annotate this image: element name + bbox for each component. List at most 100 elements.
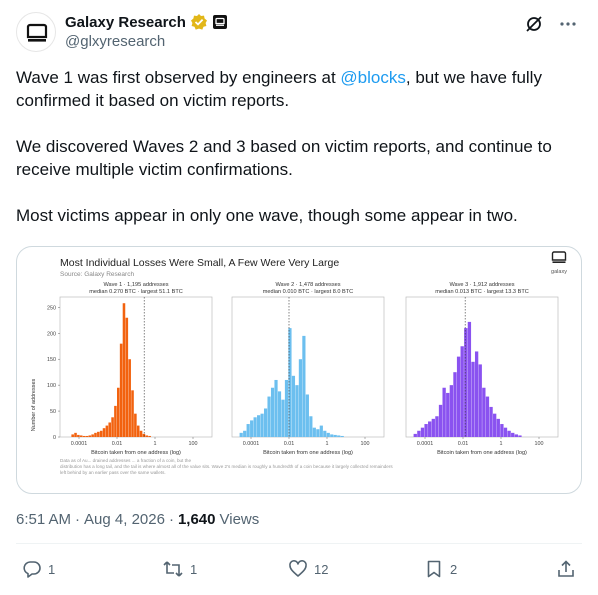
x-tick-label: 100 bbox=[361, 441, 370, 447]
footnote-line-1: Data as of Au... drained addresses ... a… bbox=[60, 458, 191, 463]
bookmark-button[interactable]: 2 bbox=[424, 559, 457, 579]
share-button[interactable] bbox=[556, 559, 576, 579]
histogram-bar bbox=[485, 396, 490, 437]
histogram-bar bbox=[417, 430, 421, 437]
histogram-bar bbox=[97, 431, 100, 437]
histogram-bar bbox=[511, 432, 515, 437]
histogram-figure: Most Individual Losses Were Small, A Few… bbox=[31, 251, 567, 475]
y-tick-label: 50 bbox=[50, 409, 56, 415]
galaxy-logo-icon bbox=[26, 23, 48, 42]
histogram-bar bbox=[302, 335, 306, 437]
histogram-bar bbox=[471, 361, 475, 437]
panel-frame bbox=[405, 296, 559, 438]
histogram-bar bbox=[270, 387, 275, 437]
histogram-bar bbox=[489, 406, 493, 437]
action-bar: 1 1 12 2 bbox=[16, 555, 582, 587]
histogram-bar bbox=[274, 379, 278, 437]
y-tick-label: 200 bbox=[47, 331, 56, 337]
post-text: Wave 1 was first observed by engineers a… bbox=[16, 66, 582, 250]
chart-logo: galaxy bbox=[551, 251, 567, 275]
histogram-bar bbox=[263, 408, 268, 437]
bookmark-icon bbox=[427, 560, 441, 578]
share-icon bbox=[558, 560, 574, 577]
histogram-bar bbox=[435, 416, 439, 437]
histogram-bar bbox=[518, 435, 522, 437]
histogram-bar bbox=[413, 433, 417, 437]
post-meta: 6:51 AM · Aug 4, 2026 · 1,640 Views bbox=[16, 511, 259, 528]
repost-count: 1 bbox=[190, 561, 198, 577]
x-tick-label: 0.0001 bbox=[243, 441, 260, 447]
histogram-bar bbox=[105, 425, 109, 437]
histogram-bar bbox=[82, 435, 86, 437]
affiliate-badge-icon[interactable] bbox=[212, 14, 228, 30]
histogram-panel-1: Wave 1 · 1,195 addressesmedian 0.270 BTC… bbox=[47, 282, 213, 456]
x-tick-label: 0.01 bbox=[112, 441, 123, 447]
histogram-bar bbox=[267, 396, 271, 437]
histogram-bar bbox=[453, 372, 457, 437]
histogram-bar bbox=[449, 385, 454, 437]
histogram-bar bbox=[246, 424, 250, 437]
histogram-bar bbox=[277, 391, 282, 437]
histogram-bar bbox=[446, 392, 450, 437]
histogram-bar bbox=[148, 435, 151, 437]
histogram-bar bbox=[456, 356, 461, 437]
x-axis-label: Bitcoin taken from one address (log) bbox=[91, 450, 181, 456]
meta-separator: · bbox=[75, 511, 81, 528]
avatar[interactable] bbox=[16, 12, 56, 52]
chart-image-card[interactable]: Most Individual Losses Were Small, A Few… bbox=[16, 246, 582, 494]
histogram-bar bbox=[243, 430, 247, 437]
display-name[interactable]: Galaxy Research bbox=[65, 14, 186, 31]
post-paragraph-2: We discovered Waves 2 and 3 based on vic… bbox=[16, 137, 552, 179]
grok-icon[interactable] bbox=[524, 14, 544, 34]
histogram-bar bbox=[333, 434, 337, 437]
post-time[interactable]: 6:51 AM bbox=[16, 511, 71, 528]
mention-link[interactable]: @blocks bbox=[340, 68, 405, 87]
histogram-bar bbox=[99, 430, 103, 437]
x-axis-label: Bitcoin taken from one address (log) bbox=[437, 450, 527, 456]
histogram-bar bbox=[79, 435, 83, 437]
histogram-bar bbox=[467, 321, 472, 437]
histogram-bar bbox=[122, 303, 126, 437]
repost-button[interactable]: 1 bbox=[162, 559, 197, 579]
panel-title: Wave 1 · 1,195 addresses bbox=[103, 282, 168, 288]
histogram-bar bbox=[503, 427, 508, 437]
more-options-icon[interactable] bbox=[558, 14, 578, 34]
histogram-bar bbox=[125, 317, 129, 437]
like-button[interactable]: 12 bbox=[288, 559, 328, 579]
histogram-bar bbox=[295, 385, 299, 437]
post-date[interactable]: Aug 4, 2026 bbox=[84, 511, 165, 528]
post-paragraph-3: Most victims appear in only one wave, th… bbox=[16, 206, 518, 225]
footnote-line-3: left behind by an earlier pass over the … bbox=[60, 470, 166, 475]
x-tick-label: 100 bbox=[535, 441, 544, 447]
histogram-bar bbox=[260, 413, 264, 437]
chart-logo-label: galaxy bbox=[551, 269, 567, 275]
histogram-bar bbox=[145, 435, 149, 437]
histogram-bar bbox=[108, 422, 111, 437]
histogram-bar bbox=[507, 430, 511, 437]
handle[interactable]: @glxyresearch bbox=[65, 33, 228, 50]
histogram-bar bbox=[250, 420, 254, 437]
histogram-bar bbox=[316, 429, 320, 437]
reply-button[interactable]: 1 bbox=[22, 559, 55, 579]
histogram-bar bbox=[514, 434, 518, 437]
post-paragraph-1: Wave 1 was first observed by engineers a… bbox=[16, 68, 542, 110]
x-tick-label: 1 bbox=[154, 441, 157, 447]
histogram-bar bbox=[111, 417, 114, 437]
histogram-bar bbox=[312, 427, 316, 437]
x-tick-label: 0.01 bbox=[458, 441, 469, 447]
histogram-bar bbox=[253, 417, 257, 437]
footnote-line-2: distribution has a long tail, and the ta… bbox=[60, 464, 393, 469]
histogram-bar bbox=[114, 405, 117, 437]
histogram-bar bbox=[284, 379, 289, 437]
histogram-bar bbox=[88, 435, 92, 437]
histogram-bar bbox=[91, 434, 94, 437]
histogram-bar bbox=[128, 359, 131, 437]
repost-icon bbox=[163, 561, 183, 577]
post-header: Galaxy Research @glxyresearch bbox=[16, 10, 582, 56]
histogram-bar bbox=[74, 432, 77, 437]
y-axis-label: Number of addresses bbox=[31, 378, 37, 431]
histogram-bar bbox=[337, 435, 341, 437]
verified-badge-icon bbox=[190, 14, 207, 30]
histogram-bar bbox=[424, 424, 428, 437]
histogram-bar bbox=[442, 387, 446, 437]
